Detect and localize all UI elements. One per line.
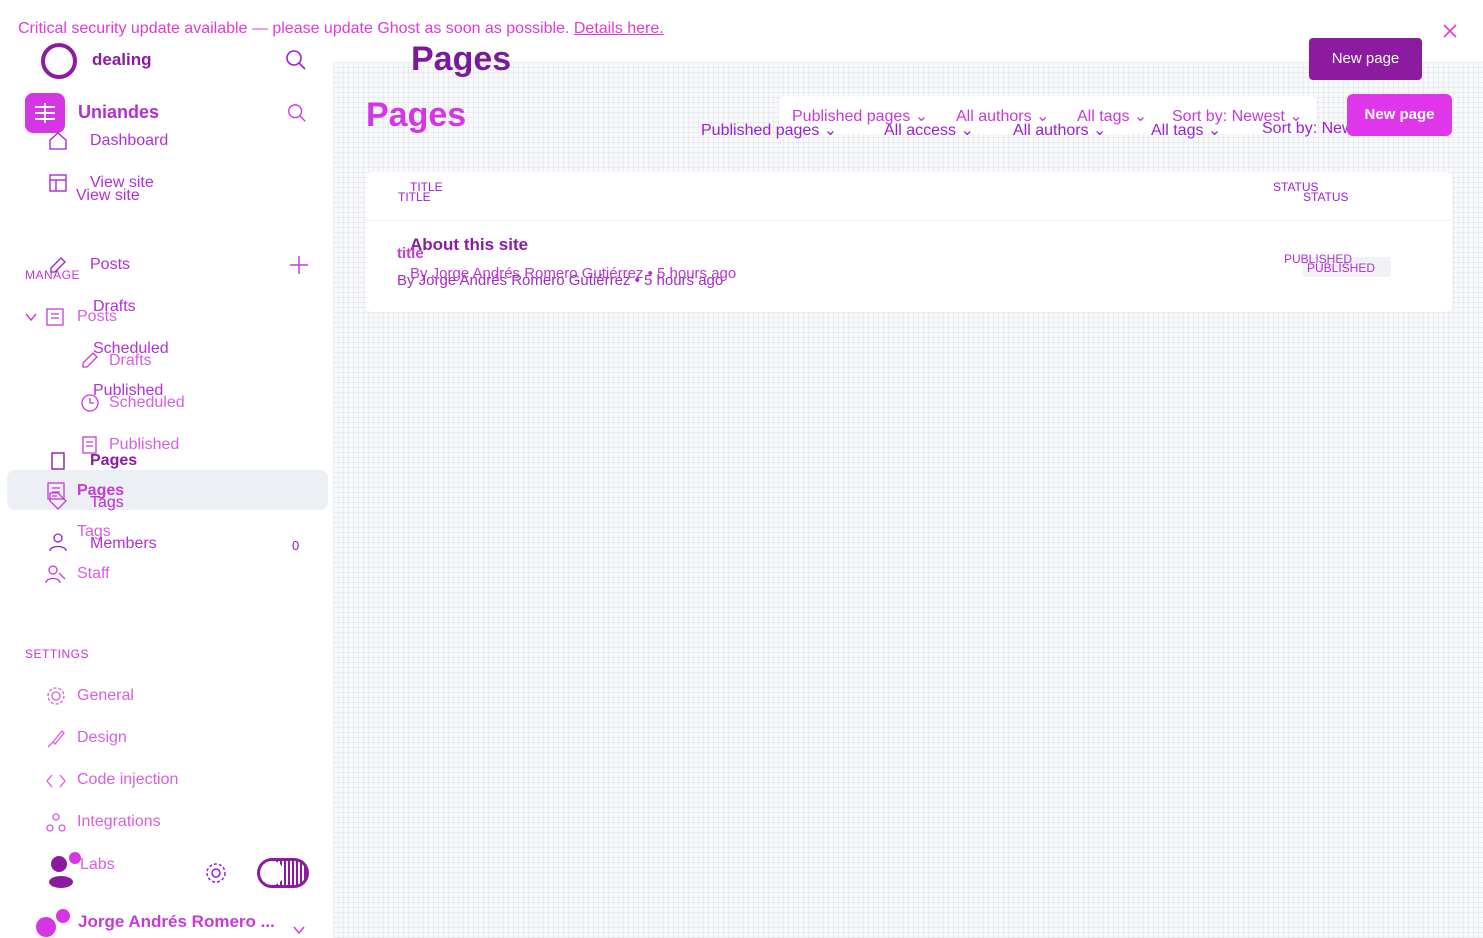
filter-sort-ghost-label: Sort by: Newest [1262, 120, 1360, 137]
site-name-top: dealing [92, 50, 152, 69]
sidebar-item-pages[interactable]: Pages [90, 452, 137, 470]
banner-details-link[interactable]: Details here. [574, 20, 664, 37]
column-head-title-ghost: TITLE [398, 190, 431, 204]
sidebar-item-members[interactable]: Members [90, 535, 157, 553]
filter-tags-ghost-label: All tags [1151, 122, 1204, 139]
section-head-settings: SETTINGS [25, 647, 90, 661]
status-badge-ghost: PUBLISHED [1307, 261, 1376, 275]
filter-type-ghost[interactable]: Published pages ⌄ [701, 120, 837, 140]
page-title: Pages [366, 96, 467, 134]
gear-icon [45, 685, 67, 707]
site-logo-icon-secondary [25, 93, 65, 133]
sidebar-item-posts[interactable]: Posts [90, 256, 130, 274]
sidebar-item-design[interactable]: Design [77, 729, 127, 747]
search-icon[interactable] [284, 48, 308, 72]
filter-authors-ghost-label: All authors [1013, 122, 1089, 139]
filter-type-ghost-label: Published pages [701, 122, 820, 139]
row-title-ghost: title [397, 245, 424, 262]
toggle-knob [260, 861, 284, 885]
add-post-icon[interactable] [288, 254, 310, 276]
sidebar-item-code-injection[interactable]: Code injection [77, 771, 178, 789]
row-meta-ghost: By Jorge Andrés Romero Gutiérrez • 5 hou… [397, 272, 724, 289]
search-icon-secondary[interactable] [286, 102, 308, 124]
filter-access-ghost[interactable]: All access ⌄ [884, 120, 974, 140]
integrations-icon [45, 812, 67, 834]
list-header-divider [366, 220, 1452, 221]
code-icon [45, 770, 67, 792]
posts-list-icon [45, 307, 65, 327]
view-site-icon [47, 172, 69, 194]
site-name: Uniandes [78, 102, 160, 122]
sidebar-item-labs[interactable]: Labs [80, 856, 115, 874]
sidebar-item-published[interactable]: Published [93, 382, 163, 400]
sidebar-item-scheduled[interactable]: Scheduled [93, 340, 169, 358]
column-head-status-ghost: STATUS [1303, 190, 1349, 204]
sidebar-item-tags[interactable]: Tags [90, 494, 124, 512]
user-menu-chevron-icon[interactable] [292, 924, 306, 936]
filter-sort-ghost[interactable]: Sort by: Newest [1262, 120, 1360, 138]
user-name[interactable]: Jorge Andrés Romero ... [78, 912, 275, 932]
page-title-top: Pages [411, 40, 512, 78]
avatar[interactable] [30, 907, 72, 938]
members-icon [47, 531, 69, 553]
sidebar-item-general[interactable]: General [77, 687, 134, 705]
members-count-badge: 0 [292, 538, 300, 553]
new-page-button[interactable]: New page [1347, 94, 1452, 136]
labs-icon [45, 850, 85, 890]
posts-icon [47, 254, 69, 276]
sidebar-item-dashboard[interactable]: Dashboard [90, 132, 168, 150]
row-title[interactable]: About this site [410, 235, 528, 255]
sidebar-item-integrations[interactable]: Integrations [77, 813, 161, 831]
page-icon [47, 450, 69, 472]
sidebar-item-drafts[interactable]: Drafts [93, 298, 136, 316]
close-icon[interactable] [1441, 22, 1459, 40]
security-banner: Critical security update available — ple… [18, 20, 664, 38]
settings-gear-icon[interactable] [204, 861, 228, 885]
chevron-down-icon[interactable] [24, 310, 38, 324]
home-icon [47, 130, 69, 152]
staff-icon [45, 563, 67, 585]
filter-access-ghost-label: All access [884, 122, 957, 139]
site-logo-icon [40, 42, 78, 80]
sidebar-item-view-site-ghost: View site [76, 187, 140, 204]
tag-icon [47, 490, 69, 512]
new-page-button-top[interactable]: New page [1309, 38, 1422, 80]
brush-icon [45, 728, 67, 750]
sidebar-item-staff[interactable]: Staff [77, 565, 110, 583]
filter-tags-ghost[interactable]: All tags ⌄ [1151, 120, 1221, 140]
banner-text: Critical security update available — ple… [18, 20, 570, 37]
filter-authors-ghost[interactable]: All authors ⌄ [1013, 120, 1106, 140]
